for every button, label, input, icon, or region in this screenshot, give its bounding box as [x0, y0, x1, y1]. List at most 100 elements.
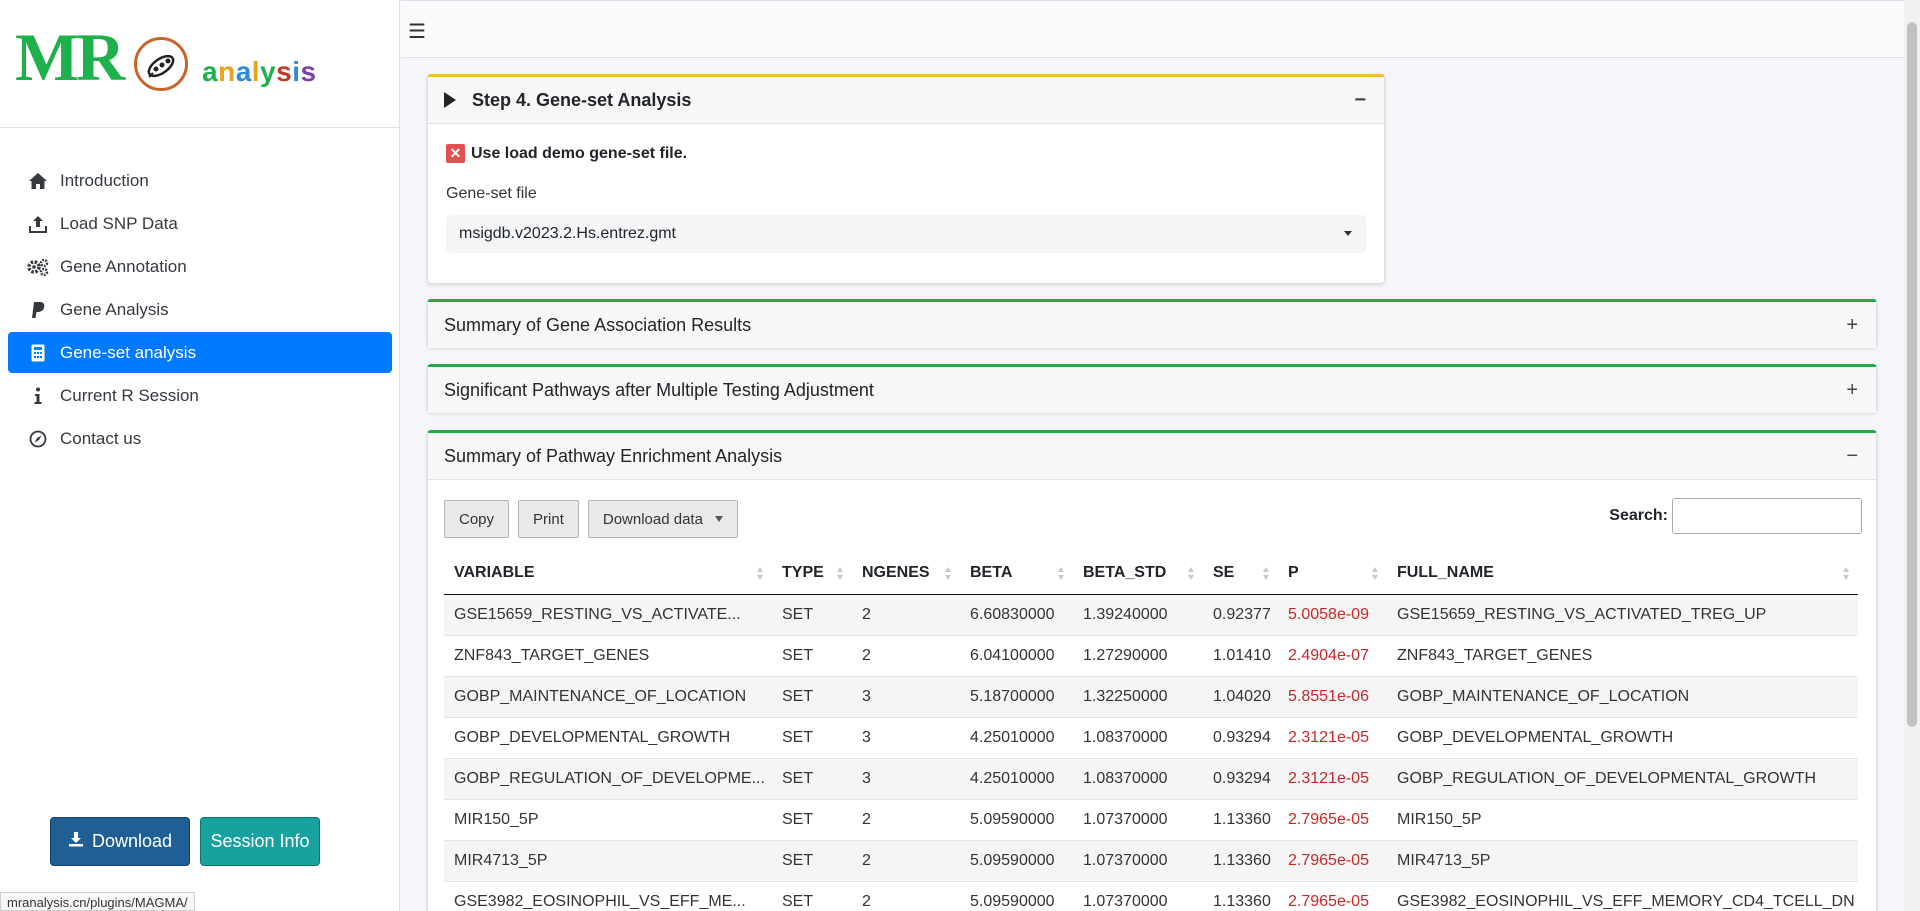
print-button[interactable]: Print — [518, 500, 579, 538]
table-cell: 2.4904e-07 — [1278, 635, 1387, 677]
sidebar-item-contact-us[interactable]: Contact us — [8, 418, 392, 459]
session-info-button-label: Session Info — [210, 831, 310, 851]
gene-association-results-card: Summary of Gene Association Results + — [427, 299, 1877, 348]
table-cell: 4.25010000 — [960, 717, 1073, 759]
table-cell: SET — [772, 799, 852, 841]
hamburger-menu-icon[interactable]: ☰ — [408, 19, 426, 44]
sidebar-item-load-snp-data[interactable]: Load SNP Data — [8, 203, 392, 244]
table-row[interactable]: GOBP_REGULATION_OF_DEVELOPME... SET 3 4.250… — [444, 758, 1858, 800]
table-cell: 0.93294 — [1203, 717, 1278, 759]
download-icon — [68, 831, 84, 852]
sort-icon — [1843, 567, 1850, 581]
table-cell: 1.07370000 — [1073, 840, 1203, 882]
brand-logo[interactable]: MR analysis — [0, 0, 399, 128]
pathway-enrichment-table: VARIABLE TYPE NGENES BETA BETA_STD SE P … — [444, 553, 1858, 911]
column-header-variable[interactable]: VARIABLE — [444, 553, 772, 595]
step4-card: Step 4. Gene-set Analysis − ✕ Use load d… — [427, 74, 1385, 284]
sidebar-nav: Introduction Load SNP Data Gene Annotati… — [8, 160, 392, 461]
table-cell: SET — [772, 594, 852, 636]
table-cell: GSE3982_EOSINOPHIL_VS_EFF_ME... — [444, 881, 772, 911]
significant-pathways-card: Significant Pathways after Multiple Test… — [427, 364, 1877, 413]
table-row[interactable]: ZNF843_TARGET_GENES SET 2 6.04100000 1.27290… — [444, 635, 1858, 677]
column-header-ngenes[interactable]: NGENES — [852, 553, 960, 595]
table-cell: GOBP_MAINTENANCE_OF_LOCATION — [444, 676, 772, 718]
column-header-p[interactable]: P — [1278, 553, 1387, 595]
sort-icon — [945, 567, 952, 581]
gene-association-results-title: Summary of Gene Association Results — [444, 314, 752, 335]
scrollbar-thumb[interactable] — [1907, 22, 1917, 727]
table-cell: SET — [772, 717, 852, 759]
page-scrollbar[interactable] — [1904, 0, 1920, 911]
table-cell: SET — [772, 676, 852, 718]
table-cell: 1.13360 — [1203, 840, 1278, 882]
table-body: GSE15659_RESTING_VS_ACTIVATE... SET 2 6.608… — [444, 594, 1858, 911]
column-header-beta[interactable]: BETA — [960, 553, 1073, 595]
column-header-type[interactable]: TYPE — [772, 553, 852, 595]
table-cell: 0.92377 — [1203, 594, 1278, 636]
brand-seed-icon — [134, 37, 188, 91]
session-info-button[interactable]: Session Info — [200, 817, 320, 866]
table-cell: GOBP_REGULATION_OF_DEVELOPME... — [444, 758, 772, 800]
table-row[interactable]: GSE15659_RESTING_VS_ACTIVATE... SET 2 6.608… — [444, 594, 1858, 636]
table-cell: GSE15659_RESTING_VS_ACTIVATE... — [444, 594, 772, 636]
table-cell: 6.04100000 — [960, 635, 1073, 677]
significant-pathways-title: Significant Pathways after Multiple Test… — [444, 379, 874, 400]
status-bar-url: mranalysis.cn/plugins/MAGMA/ — [0, 892, 195, 911]
table-row[interactable]: GOBP_MAINTENANCE_OF_LOCATION SET 3 5.187000… — [444, 676, 1858, 718]
table-cell: 5.09590000 — [960, 881, 1073, 911]
sidebar-item-current-r-session[interactable]: Current R Session — [8, 375, 392, 416]
significant-pathways-header[interactable]: Significant Pathways after Multiple Test… — [428, 367, 1876, 413]
expand-toggle-icon[interactable]: + — [1846, 314, 1858, 337]
demo-gene-set-checkbox[interactable]: ✕ Use load demo gene-set file. — [446, 144, 1366, 163]
sidebar-item-label: Contact us — [60, 428, 142, 448]
sidebar-item-gene-annotation[interactable]: Gene Annotation — [8, 246, 392, 287]
step4-card-header[interactable]: Step 4. Gene-set Analysis − — [428, 77, 1384, 124]
table-cell: 5.09590000 — [960, 840, 1073, 882]
sort-icon — [1058, 567, 1065, 581]
sidebar-item-gene-analysis[interactable]: Gene Analysis — [8, 289, 392, 330]
table-cell: MIR4713_5P — [1387, 840, 1858, 882]
column-header-se[interactable]: SE — [1203, 553, 1278, 595]
table-row[interactable]: MIR4713_5P SET 2 5.09590000 1.07370000 1.1336… — [444, 840, 1858, 882]
collapse-toggle-icon[interactable]: − — [1354, 89, 1366, 112]
table-cell: SET — [772, 840, 852, 882]
table-row[interactable]: GSE3982_EOSINOPHIL_VS_EFF_ME... SET 2 5.095… — [444, 881, 1858, 911]
table-cell: 2 — [852, 799, 960, 841]
table-cell: GOBP_DEVELOPMENTAL_GROWTH — [444, 717, 772, 759]
table-cell: 5.0058e-09 — [1278, 594, 1387, 636]
table-cell: 1.32250000 — [1073, 676, 1203, 718]
table-cell: SET — [772, 881, 852, 911]
search-label: Search: — [1609, 507, 1668, 524]
pathway-enrichment-header[interactable]: Summary of Pathway Enrichment Analysis − — [428, 433, 1876, 480]
table-cell: 1.01410 — [1203, 635, 1278, 677]
table-cell: ZNF843_TARGET_GENES — [1387, 635, 1858, 677]
sidebar-item-gene-set-analysis[interactable]: Gene-set analysis — [8, 332, 392, 373]
pathway-enrichment-title: Summary of Pathway Enrichment Analysis — [444, 445, 783, 466]
gene-association-results-header[interactable]: Summary of Gene Association Results + — [428, 302, 1876, 348]
download-data-button[interactable]: Download data — [587, 500, 738, 538]
table-cell: 2 — [852, 840, 960, 882]
table-cell: GSE3982_EOSINOPHIL_VS_EFF_MEMORY_CD4_TCE… — [1387, 881, 1858, 911]
table-cell: 1.08370000 — [1073, 717, 1203, 759]
column-header-beta-std[interactable]: BETA_STD — [1073, 553, 1203, 595]
expand-toggle-icon[interactable]: + — [1846, 379, 1858, 402]
column-header-full-name[interactable]: FULL_NAME — [1387, 553, 1858, 595]
table-cell: 5.8551e-06 — [1278, 676, 1387, 718]
table-cell: ZNF843_TARGET_GENES — [444, 635, 772, 677]
brand-analysis-text: analysis — [202, 56, 317, 87]
collapse-toggle-icon[interactable]: − — [1846, 445, 1858, 468]
sort-icon — [1372, 567, 1379, 581]
table-cell: GSE15659_RESTING_VS_ACTIVATED_TREG_UP — [1387, 594, 1858, 636]
table-cell: GOBP_MAINTENANCE_OF_LOCATION — [1387, 676, 1858, 718]
download-button[interactable]: Download — [50, 817, 190, 866]
sidebar-item-introduction[interactable]: Introduction — [8, 160, 392, 201]
gene-set-file-select[interactable]: msigdb.v2023.2.Hs.entrez.gmt — [446, 215, 1366, 253]
checkbox-x-icon[interactable]: ✕ — [446, 144, 465, 163]
sidebar-item-label: Introduction — [60, 170, 149, 190]
search-input[interactable] — [1672, 498, 1862, 534]
table-row[interactable]: GOBP_DEVELOPMENTAL_GROWTH SET 3 4.25010000 1… — [444, 717, 1858, 759]
table-row[interactable]: MIR150_5P SET 2 5.09590000 1.07370000 1.13360… — [444, 799, 1858, 841]
dropdown-caret-icon — [714, 516, 723, 522]
copy-button[interactable]: Copy — [444, 500, 510, 538]
play-icon — [444, 92, 456, 108]
